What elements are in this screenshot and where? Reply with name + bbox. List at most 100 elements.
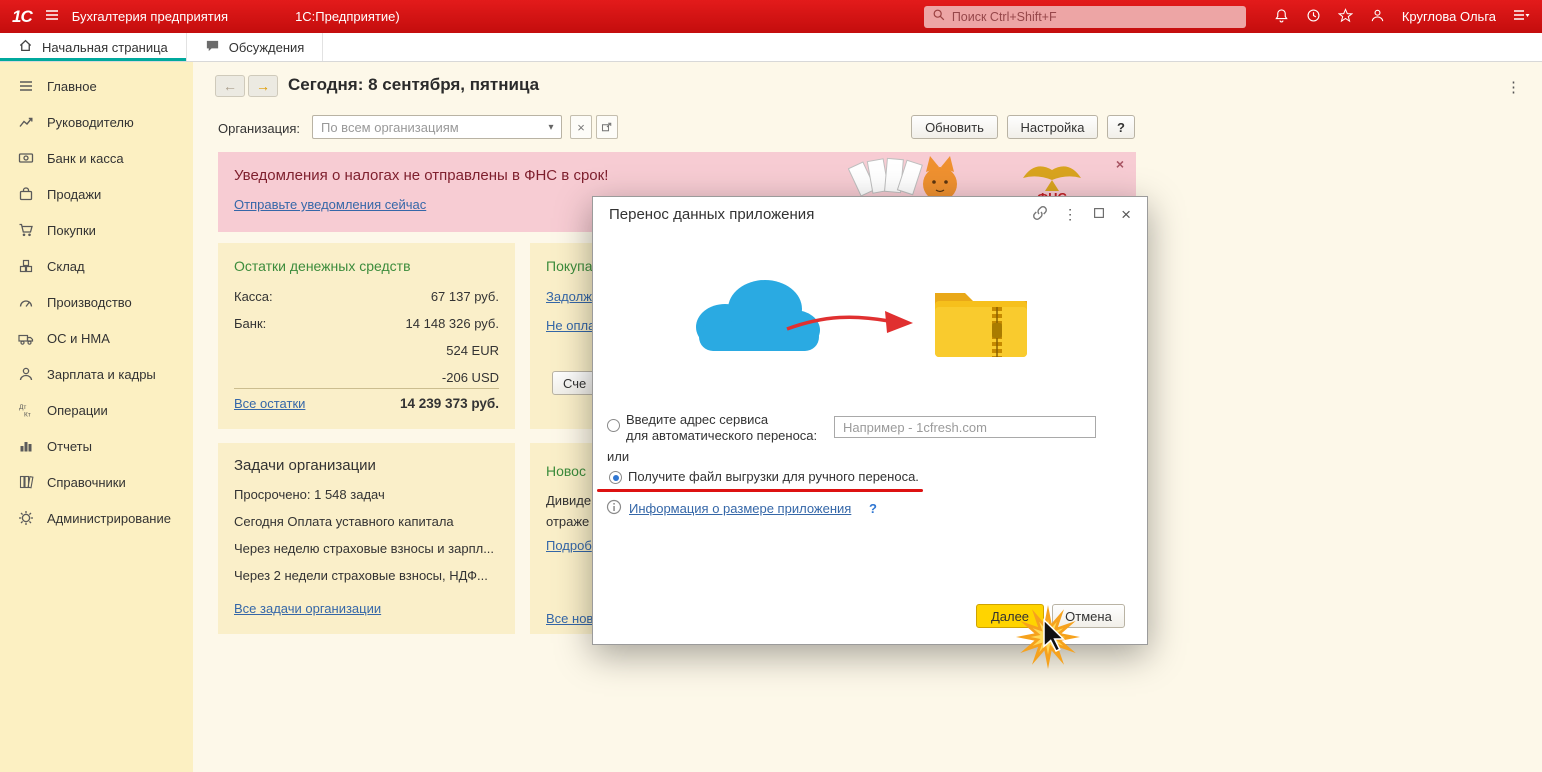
organization-clear-button[interactable]: × xyxy=(570,115,592,139)
home-icon xyxy=(18,38,33,56)
info-help-button[interactable]: ? xyxy=(869,501,877,516)
gear-icon xyxy=(19,511,33,525)
favorites-star-icon[interactable] xyxy=(1337,7,1354,26)
service-address-input[interactable] xyxy=(834,416,1096,438)
history-nav: ← → xyxy=(215,75,278,97)
sidebar-item-warehouse[interactable]: Склад xyxy=(0,248,193,284)
truck-icon xyxy=(18,334,34,345)
tab-bar: Начальная страница Обсуждения xyxy=(0,33,1542,62)
news-row-2: отраже xyxy=(546,514,590,529)
auto-transfer-radio[interactable] xyxy=(607,419,620,432)
person-icon xyxy=(19,367,33,381)
sidebar-item-fixed-assets[interactable]: ОС и НМА xyxy=(0,320,193,356)
menu-icon xyxy=(20,81,32,91)
purchases-card-title: Покупа xyxy=(546,258,593,274)
sidebar: Главное Руководителю Банк и касса Продаж… xyxy=(0,62,193,772)
search-input[interactable] xyxy=(951,9,1238,24)
global-search[interactable] xyxy=(923,5,1246,28)
manual-transfer-label[interactable]: Получите файл выгрузки для ручного перен… xyxy=(628,469,919,484)
user-name[interactable]: Круглова Ольга xyxy=(1402,9,1496,24)
platform-title: 1С:Предприятие) xyxy=(295,9,400,24)
dialog-close-icon[interactable]: × xyxy=(1121,206,1131,223)
cancel-button[interactable]: Отмена xyxy=(1052,604,1125,628)
banner-send-notifications-link[interactable]: Отправьте уведомления сейчас xyxy=(234,197,426,212)
page-kebab-menu-icon[interactable]: ⋮ xyxy=(1506,78,1521,96)
sidebar-item-sales[interactable]: Продажи xyxy=(0,176,193,212)
sidebar-item-production[interactable]: Производство xyxy=(0,284,193,320)
unpaid-link[interactable]: Не опла xyxy=(546,318,595,333)
app-window: 1С Бухгалтерия предприятия 1С:Предприяти… xyxy=(0,0,1542,772)
cash-total-value: 14 239 373 руб. xyxy=(400,396,499,411)
bag-icon xyxy=(19,187,33,201)
sidebar-item-directories[interactable]: Справочники xyxy=(0,464,193,500)
organization-open-button[interactable] xyxy=(596,115,618,139)
chat-bubble-icon xyxy=(205,38,220,56)
task-today: Сегодня Оплата уставного капитала xyxy=(234,514,454,529)
sidebar-item-bank-cash[interactable]: Банк и касса xyxy=(0,140,193,176)
open-form-icon xyxy=(601,122,612,132)
tab-discussions-label: Обсуждения xyxy=(228,39,305,55)
cash-balances-card: Остатки денежных средств Касса: 67 137 ру… xyxy=(218,243,515,429)
page-title-date: Сегодня: 8 сентября, пятница xyxy=(288,75,540,94)
boxes-icon xyxy=(19,259,33,273)
refresh-button[interactable]: Обновить xyxy=(911,115,998,139)
bar-chart-icon xyxy=(20,442,32,452)
info-icon xyxy=(606,499,622,518)
next-button[interactable]: Далее xyxy=(976,604,1044,628)
all-balances-link[interactable]: Все остатки xyxy=(234,396,305,411)
banner-close-icon[interactable]: × xyxy=(1116,156,1124,172)
sidebar-item-payroll[interactable]: Зарплата и кадры xyxy=(0,356,193,392)
debt-link[interactable]: Задолж xyxy=(546,289,592,304)
settings-button[interactable]: Настройка xyxy=(1007,115,1098,139)
sidebar-item-manager[interactable]: Руководителю xyxy=(0,104,193,140)
app-size-info-link[interactable]: Информация о размере приложения xyxy=(629,501,851,516)
nav-forward-button[interactable]: → xyxy=(248,75,278,97)
main-menu-icon[interactable] xyxy=(44,7,60,26)
task-overdue: Просрочено: 1 548 задач xyxy=(234,487,385,502)
trend-icon xyxy=(19,117,33,127)
cash-row-eur: 524 EUR xyxy=(446,343,499,358)
dialog-title: Перенос данных приложения xyxy=(609,205,815,223)
history-clock-icon[interactable] xyxy=(1306,8,1321,26)
nav-back-button[interactable]: ← xyxy=(215,75,245,97)
help-button[interactable]: ? xyxy=(1107,115,1135,139)
data-transfer-dialog: Перенос данных приложения ⋮ × Введите ад… xyxy=(592,196,1148,645)
task-next-week: Через неделю страховые взносы и зарпл... xyxy=(234,541,495,556)
cash-row-kassa: Касса: 67 137 руб. xyxy=(234,289,499,304)
gauge-icon xyxy=(19,300,33,307)
sidebar-item-main[interactable]: Главное xyxy=(0,68,193,104)
red-underline-annotation xyxy=(597,489,923,492)
chevron-down-icon[interactable]: ▾ xyxy=(541,116,561,138)
news-more-link[interactable]: Подроб xyxy=(546,538,592,553)
auto-transfer-label-line2[interactable]: для автоматического переноса: xyxy=(626,428,817,443)
tab-home-page[interactable]: Начальная страница xyxy=(0,33,187,61)
dialog-kebab-menu-icon[interactable]: ⋮ xyxy=(1063,206,1077,223)
tab-home-label: Начальная страница xyxy=(42,39,168,55)
organization-combobox[interactable]: ▾ xyxy=(312,115,562,139)
svg-text:Кт: Кт xyxy=(24,412,31,419)
user-icon[interactable] xyxy=(1370,8,1385,26)
books-icon xyxy=(19,475,34,489)
auto-transfer-label-line1[interactable]: Введите адрес сервиса xyxy=(626,412,768,427)
sidebar-item-reports[interactable]: Отчеты xyxy=(0,428,193,464)
sidebar-item-administration[interactable]: Администрирование xyxy=(0,500,193,536)
manual-transfer-radio[interactable] xyxy=(609,471,622,484)
divider xyxy=(234,388,499,389)
organization-input[interactable] xyxy=(313,119,541,135)
cash-row-bank: Банк: 14 148 326 руб. xyxy=(234,316,499,331)
zip-folder-icon xyxy=(931,281,1031,366)
sidebar-item-purchases[interactable]: Покупки xyxy=(0,212,193,248)
all-news-link[interactable]: Все нов xyxy=(546,611,593,626)
service-menu-icon[interactable] xyxy=(1513,8,1530,26)
notifications-bell-icon[interactable] xyxy=(1274,8,1289,26)
all-tasks-link[interactable]: Все задачи организации xyxy=(234,601,381,616)
invoice-button[interactable]: Сче xyxy=(552,371,598,395)
get-link-icon[interactable] xyxy=(1032,205,1048,224)
tasks-card-title: Задачи организации xyxy=(234,457,376,474)
transfer-arrow xyxy=(785,303,917,346)
organization-label: Организация: xyxy=(218,121,301,136)
tab-discussions[interactable]: Обсуждения xyxy=(187,33,324,61)
sidebar-item-operations[interactable]: Дт Кт Операции xyxy=(0,392,193,428)
cash-card-title: Остатки денежных средств xyxy=(234,258,411,274)
maximize-icon[interactable] xyxy=(1092,206,1106,223)
